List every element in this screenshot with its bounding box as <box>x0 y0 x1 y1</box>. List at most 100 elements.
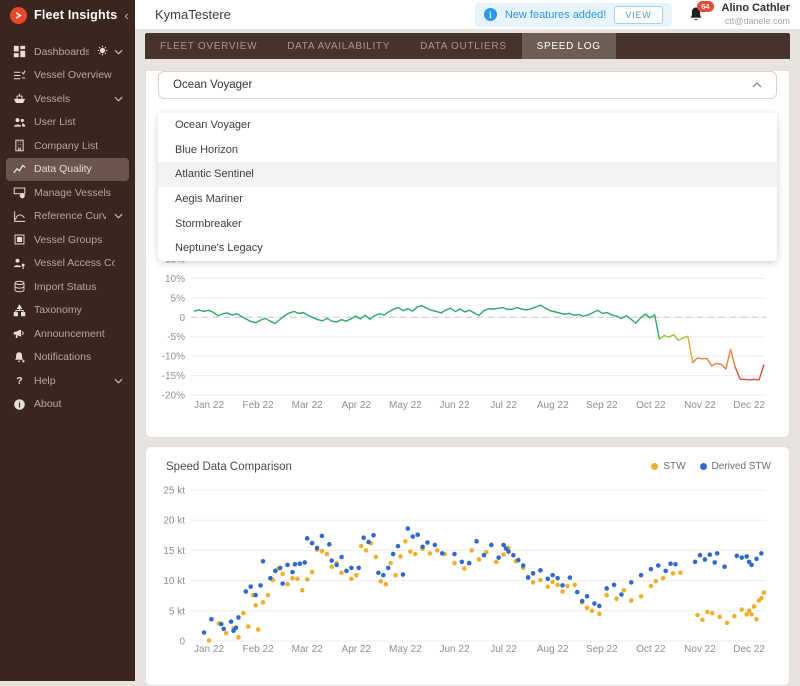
sidebar-item-data-quality[interactable]: Data Quality <box>6 158 129 182</box>
page-title: KymaTestere <box>155 7 231 22</box>
svg-text:Feb 22: Feb 22 <box>243 400 275 411</box>
list-check-icon <box>12 68 26 82</box>
curves-icon <box>12 209 26 223</box>
svg-text:Feb 22: Feb 22 <box>243 644 275 655</box>
sidebar-item-import-status[interactable]: Import Status <box>6 275 129 299</box>
gear-icon[interactable] <box>97 45 108 59</box>
sidebar-item-manage-vessels[interactable]: Manage Vessels <box>6 181 129 205</box>
svg-text:Sep 22: Sep 22 <box>586 644 618 655</box>
chevron-down-icon[interactable] <box>114 46 123 58</box>
sidebar-item-label: Help <box>34 375 106 387</box>
svg-text:-20%: -20% <box>162 391 185 402</box>
sidebar-item-label: Manage Vessels <box>34 187 115 199</box>
vessel-option[interactable]: Ocean Voyager <box>158 113 777 138</box>
info-icon: i <box>12 397 26 411</box>
svg-text:15 kt: 15 kt <box>163 546 185 557</box>
sidebar-item-announcement[interactable]: Announcement <box>6 322 129 346</box>
sidebar-item-dashboards[interactable]: Dashboards <box>6 40 129 64</box>
svg-text:Apr 22: Apr 22 <box>342 400 372 411</box>
bell-badge: 64 <box>697 1 713 13</box>
svg-text:Nov 22: Nov 22 <box>684 400 716 411</box>
sidebar-item-label: Dashboards <box>34 46 89 58</box>
svg-text:Sep 22: Sep 22 <box>586 400 618 411</box>
access-icon <box>12 256 26 270</box>
svg-text:Aug 22: Aug 22 <box>537 644 569 655</box>
svg-text:10 kt: 10 kt <box>163 576 185 587</box>
speed-comparison-panel: Speed Data Comparison STWDerived STW 25 … <box>145 446 790 686</box>
notification-text: New features added! <box>505 9 607 21</box>
sidebar-item-company-list[interactable]: Company List <box>6 134 129 158</box>
speed-log-panel: Ocean Voyager Ocean VoyagerBlue HorizonA… <box>145 71 790 438</box>
svg-text:20 kt: 20 kt <box>163 516 185 527</box>
svg-text:?: ? <box>16 375 22 387</box>
svg-text:0: 0 <box>179 637 185 648</box>
building-icon <box>12 139 26 153</box>
svg-text:-5%: -5% <box>167 332 185 343</box>
tab-data-availability[interactable]: DATA AVAILABILITY <box>272 33 405 59</box>
chevron-down-icon[interactable] <box>114 93 123 105</box>
vessel-option[interactable]: Blue Horizon <box>158 138 777 163</box>
sidebar-item-vessel-overview[interactable]: Vessel Overview <box>6 64 129 88</box>
sidebar-item-reference-curves[interactable]: Reference Curves <box>6 205 129 229</box>
sidebar-item-label: Reference Curves <box>34 210 106 222</box>
info-icon: i <box>484 8 497 21</box>
sidebar-item-taxonomy[interactable]: Taxonomy <box>6 299 129 323</box>
vessel-option[interactable]: Atlantic Sentinel <box>158 162 777 187</box>
chevron-up-icon <box>752 82 762 88</box>
sidebar-item-vessel-groups[interactable]: Vessel Groups <box>6 228 129 252</box>
svg-text:5 kt: 5 kt <box>169 606 185 617</box>
vessel-option[interactable]: Stormbreaker <box>158 211 777 236</box>
vessel-option[interactable]: Neptune's Legacy <box>158 236 777 261</box>
legend-item-stw[interactable]: STW <box>651 461 685 472</box>
chart-title: Speed Data Comparison <box>166 461 292 473</box>
legend-dot <box>651 463 658 470</box>
svg-text:-10%: -10% <box>162 352 185 363</box>
sidebar-item-user-list[interactable]: User List <box>6 111 129 135</box>
tab-speed-log[interactable]: SPEED LOG <box>522 33 616 59</box>
legend-label: STW <box>663 461 685 472</box>
svg-text:Jun 22: Jun 22 <box>439 400 469 411</box>
legend-item-derived-stw[interactable]: Derived STW <box>700 461 771 472</box>
manage-icon <box>12 186 26 200</box>
app-logo-icon <box>10 7 27 24</box>
chevron-down-icon[interactable] <box>114 210 123 222</box>
svg-text:0: 0 <box>179 313 185 324</box>
sidebar-item-vessel-access-control[interactable]: Vessel Access Control <box>6 252 129 276</box>
chevron-down-icon[interactable] <box>114 375 123 387</box>
legend-label: Derived STW <box>712 461 771 472</box>
svg-text:Oct 22: Oct 22 <box>636 400 666 411</box>
sidebar-item-label: Announcement <box>34 328 115 340</box>
app-logo: Fleet Insights ‹ <box>0 0 135 30</box>
sidebar-item-vessels[interactable]: Vessels <box>6 87 129 111</box>
sidebar-nav: Dashboards Vessel OverviewVesselsUser Lis… <box>0 30 135 416</box>
vessel-option[interactable]: Aegis Mariner <box>158 187 777 212</box>
taxonomy-icon <box>12 303 26 317</box>
svg-text:May 22: May 22 <box>389 400 422 411</box>
svg-text:Oct 22: Oct 22 <box>636 644 666 655</box>
sidebar-item-notifications[interactable]: Notifications <box>6 346 129 370</box>
svg-text:Jul 22: Jul 22 <box>490 400 517 411</box>
sidebar-item-about[interactable]: i About <box>6 393 129 417</box>
svg-text:Jan 22: Jan 22 <box>194 644 224 655</box>
svg-text:Aug 22: Aug 22 <box>537 400 569 411</box>
svg-text:Apr 22: Apr 22 <box>342 644 372 655</box>
svg-text:Mar 22: Mar 22 <box>292 644 324 655</box>
bell-plus-icon <box>12 350 26 364</box>
tab-data-outliers[interactable]: DATA OUTLIERS <box>405 33 522 59</box>
svg-text:10%: 10% <box>165 274 185 285</box>
sidebar-item-label: Data Quality <box>34 163 115 175</box>
sidebar-collapse-button[interactable]: ‹ <box>124 9 128 22</box>
tab-fleet-overview[interactable]: FLEET OVERVIEW <box>145 33 272 59</box>
view-button[interactable]: VIEW <box>614 6 662 24</box>
sidebar-item-help[interactable]: ? Help <box>6 369 129 393</box>
sidebar-item-label: About <box>34 398 115 410</box>
vessel-select-value: Ocean Voyager <box>173 79 252 91</box>
svg-text:Dec 22: Dec 22 <box>733 644 765 655</box>
vessel-select[interactable]: Ocean Voyager <box>158 71 777 99</box>
legend-dot <box>700 463 707 470</box>
svg-text:5%: 5% <box>171 293 186 304</box>
notifications-bell[interactable]: 64 <box>688 6 706 24</box>
user-email: ctt@danele.com <box>722 16 790 27</box>
svg-text:Nov 22: Nov 22 <box>684 644 716 655</box>
user-menu[interactable]: Alino Cathler ctt@danele.com <box>722 2 790 27</box>
